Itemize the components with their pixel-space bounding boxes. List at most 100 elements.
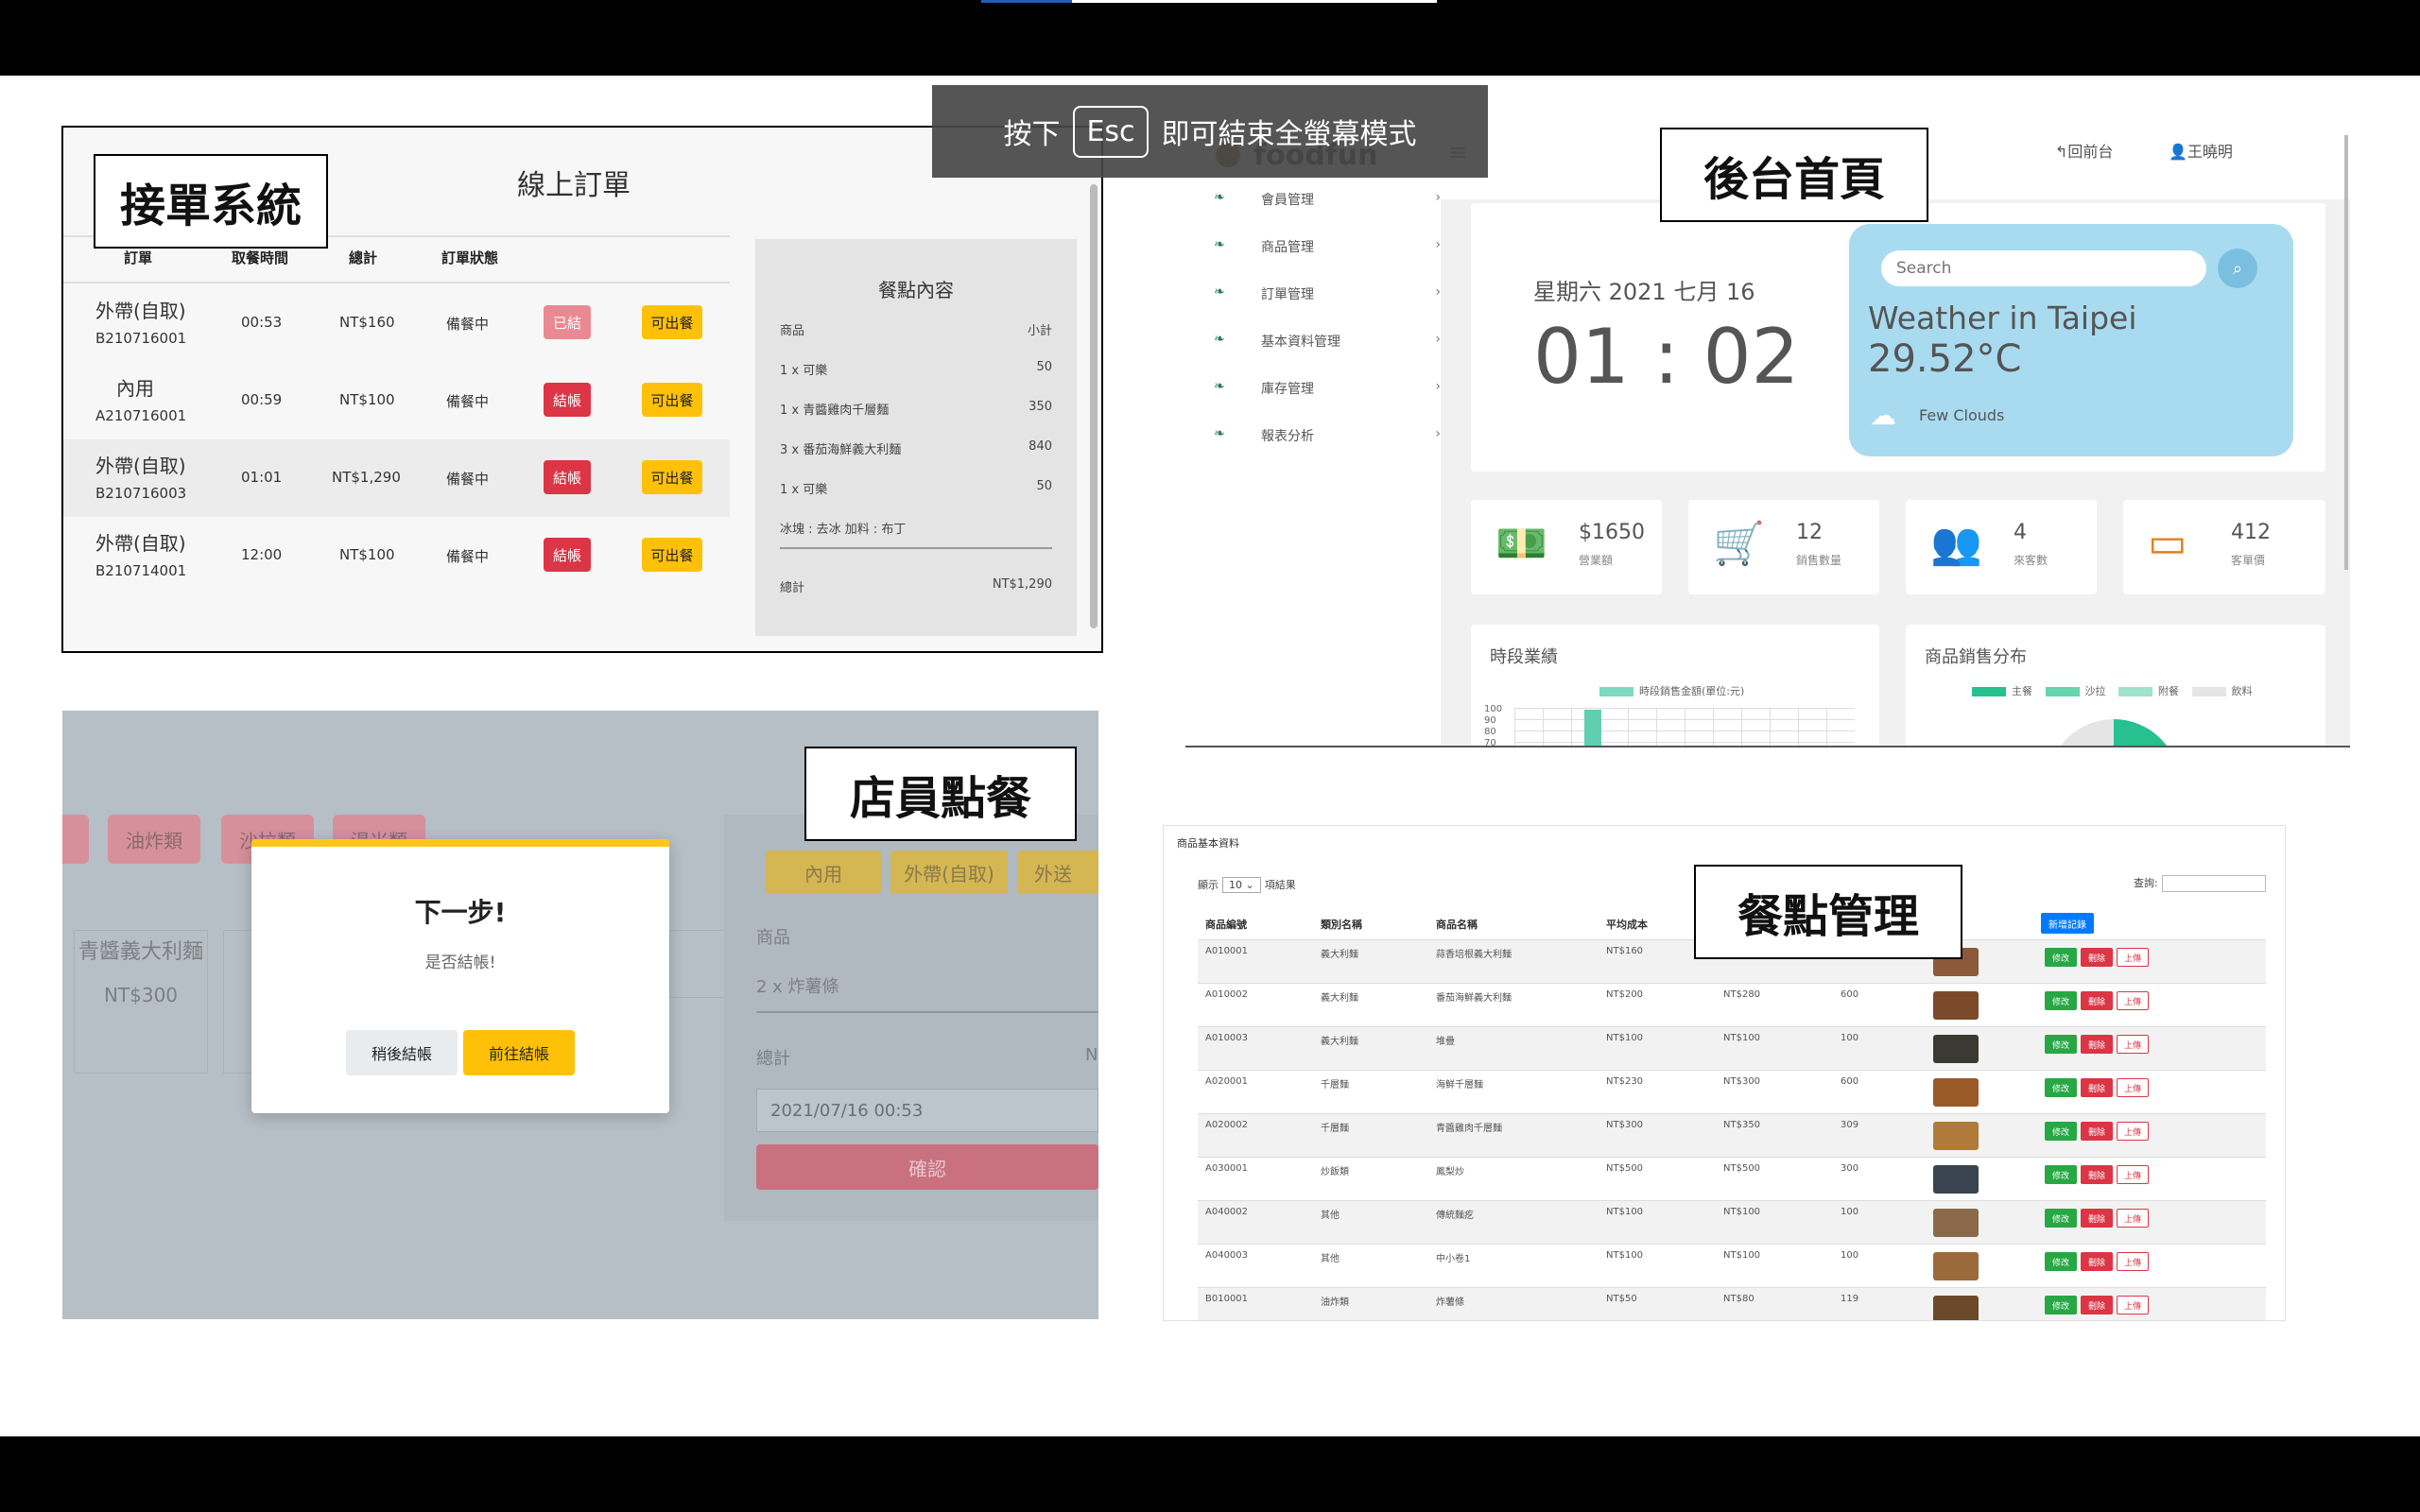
upload-button[interactable]: 上傳 <box>2117 1165 2149 1184</box>
page-size-control: 顯示 10 ⌄ 項結果 <box>1198 877 1296 893</box>
divider <box>63 282 730 284</box>
upload-button[interactable]: 上傳 <box>2117 1078 2149 1097</box>
cell-cost: NT$160 <box>1606 946 1644 956</box>
stat-label: 來客數 <box>2014 554 2048 567</box>
edit-button[interactable]: 修改 <box>2045 991 2077 1010</box>
user-name: 王曉明 <box>2187 143 2233 161</box>
cell-qty: 300 <box>1841 1163 1859 1174</box>
scrollbar[interactable] <box>2344 135 2348 570</box>
add-record-button[interactable]: 新增記錄 <box>2041 913 2094 934</box>
food-thumbnail <box>1933 991 1979 1020</box>
users-icon: 👥 <box>1930 520 1982 568</box>
go-checkout-button[interactable]: 前往結帳 <box>463 1030 575 1075</box>
food-thumbnail <box>1933 1035 1979 1063</box>
sidebar-item-inventory[interactable]: ❧ 庫存管理 › <box>1214 379 1441 407</box>
sidebar-item-basic-data[interactable]: ❧ 基本資料管理 › <box>1214 332 1441 360</box>
category-button[interactable]: 漢堡 <box>62 815 89 864</box>
order-row[interactable]: 外帶(自取) B210716003 01:01 NT$1,290 備餐中 結帳 … <box>63 439 730 517</box>
column-header[interactable]: 類別名稱 <box>1321 911 1362 939</box>
sidebar-item-members[interactable]: ❧ 會員管理 › <box>1214 190 1441 218</box>
edit-button[interactable]: 修改 <box>2045 1035 2077 1054</box>
sidebar-item-orders[interactable]: ❧ 訂單管理 › <box>1214 284 1441 313</box>
delete-button[interactable]: 刪除 <box>2081 991 2113 1010</box>
edit-button[interactable]: 修改 <box>2045 1209 2077 1228</box>
page-size-select[interactable]: 10 ⌄ <box>1222 877 1261 893</box>
total-value: N <box>1085 1045 1098 1065</box>
cell-qty: 100 <box>1841 1250 1859 1261</box>
order-total: NT$100 <box>339 546 395 563</box>
cell-category: 義大利麵 <box>1321 950 1358 960</box>
upload-button[interactable]: 上傳 <box>2117 1035 2149 1054</box>
search-input[interactable] <box>2161 875 2266 892</box>
edit-button[interactable]: 修改 <box>2045 1252 2077 1271</box>
delivery-button[interactable]: 外送 <box>1017 850 1098 894</box>
top-black-bar <box>0 0 2420 76</box>
edit-button[interactable]: 修改 <box>2045 1296 2077 1314</box>
search-icon[interactable]: ⌕ <box>2218 249 2257 288</box>
order-total: NT$160 <box>339 314 395 331</box>
weather-search-input[interactable] <box>1881 250 2206 286</box>
cell-qty: 600 <box>1841 989 1859 1000</box>
sidebar-item-products[interactable]: ❧ 商品管理 › <box>1214 237 1441 266</box>
sidebar-item-reports[interactable]: ❧ 報表分析 › <box>1214 426 1441 455</box>
back-to-front-link[interactable]: ↰回前台 <box>2055 139 2113 162</box>
confirm-button[interactable]: 確認 <box>756 1144 1098 1190</box>
datetime-input[interactable]: 2021/07/16 00:53 <box>756 1089 1098 1132</box>
delete-button[interactable]: 刪除 <box>2081 1296 2113 1314</box>
order-item-line: 2 x 炸薯條 <box>756 977 839 997</box>
order-row[interactable]: 外帶(自取) B210714001 12:00 NT$100 備餐中 結帳 可出… <box>63 517 730 594</box>
upload-button[interactable]: 上傳 <box>2117 1122 2149 1141</box>
dish-card[interactable]: 青醬義大利麵 NT$300 <box>74 930 208 1074</box>
ready-button[interactable]: 可出餐 <box>642 460 702 494</box>
column-header[interactable]: 平均成本 <box>1606 911 1648 939</box>
table-row: A040002 其他 傳統麵疙 NT$100 NT$100 100 修改 刪除 … <box>1198 1200 2266 1245</box>
checkout-button[interactable]: 結帳 <box>544 383 591 417</box>
upload-button[interactable]: 上傳 <box>2117 1252 2149 1271</box>
ready-button[interactable]: 可出餐 <box>642 383 702 417</box>
delete-button[interactable]: 刪除 <box>2081 1078 2113 1097</box>
stat-label: 客單價 <box>2231 554 2266 567</box>
edit-button[interactable]: 修改 <box>2045 1165 2077 1184</box>
checkout-button[interactable]: 結帳 <box>544 460 591 494</box>
product-distribution-card: 商品銷售分布 主餐 沙拉 附餐 飲料 <box>1906 625 2325 746</box>
delete-button[interactable]: 刪除 <box>2081 1165 2113 1184</box>
edit-button[interactable]: 修改 <box>2045 1122 2077 1141</box>
tick-label: 100 <box>1484 704 1503 714</box>
delete-button[interactable]: 刪除 <box>2081 1035 2113 1054</box>
column-header[interactable]: 商品名稱 <box>1436 911 1478 939</box>
order-id: B210716003 <box>95 485 187 502</box>
table-row: A010002 義大利麵 番茄海鮮義大利麵 NT$200 NT$280 600 … <box>1198 983 2266 1027</box>
takeout-button[interactable]: 外帶(自取) <box>890 850 1008 894</box>
edit-button[interactable]: 修改 <box>2045 948 2077 967</box>
order-row[interactable]: 外帶(自取) B210716001 00:53 NT$160 備餐中 已結 可出… <box>63 284 730 362</box>
dine-in-button[interactable]: 內用 <box>766 850 881 894</box>
stat-card-visitors: 👥 4 來客數 <box>1906 500 2097 594</box>
scrollbar[interactable] <box>1090 184 1098 628</box>
upload-button[interactable]: 上傳 <box>2117 948 2149 967</box>
edit-button[interactable]: 修改 <box>2045 1078 2077 1097</box>
delete-button[interactable]: 刪除 <box>2081 1209 2113 1228</box>
user-menu[interactable]: 👤王曉明 <box>2169 139 2233 162</box>
cell-name: 傳統麵疙 <box>1436 1211 1474 1221</box>
category-button[interactable]: 油炸類 <box>108 815 200 864</box>
food-thumbnail <box>1933 1078 1979 1107</box>
delete-button[interactable]: 刪除 <box>2081 1122 2113 1141</box>
detail-item: 1 x 可樂 <box>780 483 828 497</box>
pay-later-button[interactable]: 稍後結帳 <box>346 1030 458 1075</box>
delete-button[interactable]: 刪除 <box>2081 948 2113 967</box>
delete-button[interactable]: 刪除 <box>2081 1252 2113 1271</box>
stat-value: 4 <box>2014 521 2027 544</box>
fullscreen-exit-toast: 按下 Esc 即可結束全螢幕模式 <box>932 85 1488 178</box>
upload-button[interactable]: 上傳 <box>2117 991 2149 1010</box>
ready-button[interactable]: 可出餐 <box>642 305 702 339</box>
upload-button[interactable]: 上傳 <box>2117 1209 2149 1228</box>
stat-label: 營業額 <box>1579 554 1614 567</box>
column-header[interactable]: 商品編號 <box>1205 911 1247 939</box>
upload-button[interactable]: 上傳 <box>2117 1296 2149 1314</box>
paid-button[interactable]: 已結 <box>544 305 591 339</box>
leaf-icon: ❧ <box>1214 284 1225 300</box>
order-row[interactable]: 內用 A210716001 00:59 NT$100 備餐中 結帳 可出餐 <box>63 362 730 439</box>
checkout-button[interactable]: 結帳 <box>544 538 591 572</box>
ready-button[interactable]: 可出餐 <box>642 538 702 572</box>
detail-price: 840 <box>1028 439 1052 454</box>
